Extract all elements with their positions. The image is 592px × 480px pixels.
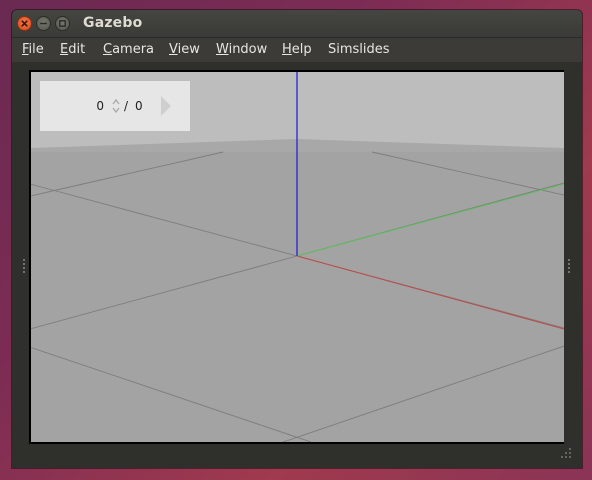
menu-window-mnemonic: W: [216, 42, 229, 57]
window-title: Gazebo: [83, 15, 143, 31]
menu-bar: File Edit Camera View Window Help Simsli…: [12, 38, 582, 62]
menu-help-label: elp: [291, 42, 312, 57]
menu-edit-mnemonic: E: [60, 42, 69, 57]
menu-camera-mnemonic: C: [103, 42, 113, 57]
menu-edit-label: dit: [68, 42, 86, 57]
menu-edit[interactable]: Edit: [60, 42, 85, 58]
menu-camera-label: amera: [112, 42, 155, 57]
menu-file[interactable]: File: [22, 42, 44, 58]
menu-help[interactable]: Help: [282, 42, 312, 58]
menu-simslides-label: Simslides: [328, 42, 390, 57]
menu-view-mnemonic: V: [169, 42, 178, 57]
menu-window[interactable]: Window: [216, 42, 267, 58]
gazebo-window: Gazebo File Edit Camera View Window Help…: [12, 10, 582, 468]
current-slide-value[interactable]: 0: [96, 99, 104, 113]
minimize-icon: [40, 22, 47, 25]
menu-file-label: ile: [28, 42, 44, 57]
menu-help-mnemonic: H: [282, 42, 292, 57]
menu-view-label: iew: [177, 42, 200, 57]
right-panel-handle[interactable]: [567, 258, 571, 276]
left-panel-handle[interactable]: [22, 258, 26, 276]
3d-viewport[interactable]: 0 / 0: [31, 72, 564, 442]
slide-separator: /: [124, 99, 129, 113]
chevron-right-icon[interactable]: [159, 94, 173, 118]
resize-grip-icon[interactable]: [560, 447, 572, 459]
maximize-button[interactable]: [55, 16, 70, 31]
menu-window-label: indow: [228, 42, 268, 57]
close-button[interactable]: [17, 16, 32, 31]
close-icon: [21, 20, 28, 27]
title-bar[interactable]: Gazebo: [12, 10, 582, 38]
maximize-icon: [59, 20, 66, 27]
total-slides-value: 0: [135, 99, 143, 113]
simslides-panel: 0 / 0: [40, 81, 190, 131]
minimize-button[interactable]: [36, 16, 51, 31]
menu-simslides[interactable]: Simslides: [328, 42, 390, 58]
menu-camera[interactable]: Camera: [103, 42, 154, 58]
slide-spinner-icon[interactable]: [110, 96, 122, 116]
menu-view[interactable]: View: [169, 42, 200, 58]
